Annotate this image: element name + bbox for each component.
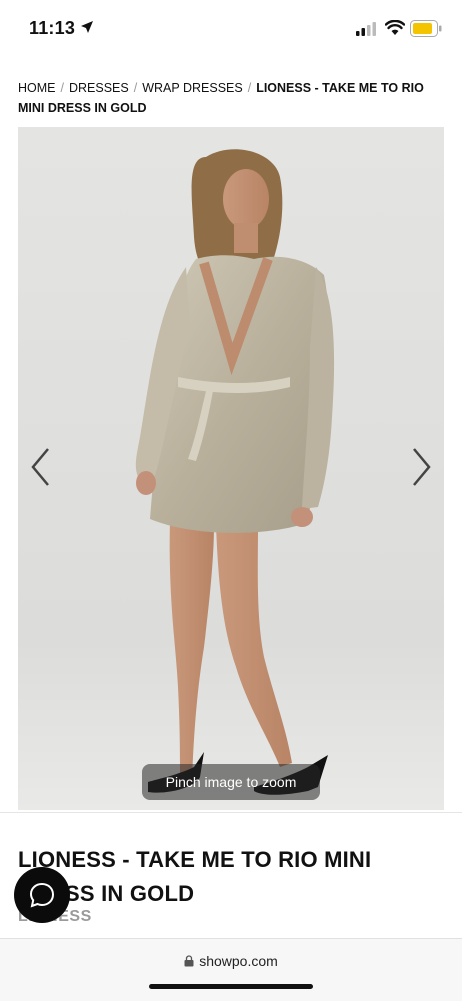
wifi-icon	[385, 20, 405, 35]
breadcrumb-separator: /	[247, 81, 252, 95]
product-title: LIONESS - TAKE ME TO RIO MINI DRESS IN G…	[18, 847, 372, 906]
product-image-gallery[interactable]: Pinch image to zoom	[18, 127, 444, 810]
status-bar: 11:13	[0, 0, 462, 60]
divider	[0, 812, 462, 813]
breadcrumb: HOME / DRESSES / WRAP DRESSES / LIONESS - TAKE…	[18, 78, 438, 118]
browser-address-bar[interactable]: showpo.com	[0, 938, 462, 1001]
home-indicator[interactable]	[149, 984, 313, 989]
breadcrumb-home[interactable]: HOME	[18, 81, 56, 95]
chevron-right-icon[interactable]	[410, 445, 434, 489]
lock-icon	[184, 955, 194, 967]
chevron-left-icon[interactable]	[28, 445, 52, 489]
product-photo	[18, 127, 444, 810]
breadcrumb-wrap-dresses[interactable]: WRAP DRESSES	[142, 81, 243, 95]
battery-icon	[410, 20, 442, 37]
breadcrumb-separator: /	[133, 81, 138, 95]
url-display[interactable]: showpo.com	[0, 953, 462, 969]
chat-button[interactable]	[14, 867, 70, 923]
zoom-hint: Pinch image to zoom	[142, 764, 320, 800]
breadcrumb-separator: /	[60, 81, 64, 95]
url-text: showpo.com	[199, 953, 278, 969]
breadcrumb-dresses[interactable]: DRESSES	[69, 81, 129, 95]
chat-bubble-icon	[29, 882, 55, 908]
location-arrow-icon	[81, 21, 93, 33]
cellular-signal-icon	[356, 22, 376, 36]
status-time: 11:13	[29, 18, 76, 38]
